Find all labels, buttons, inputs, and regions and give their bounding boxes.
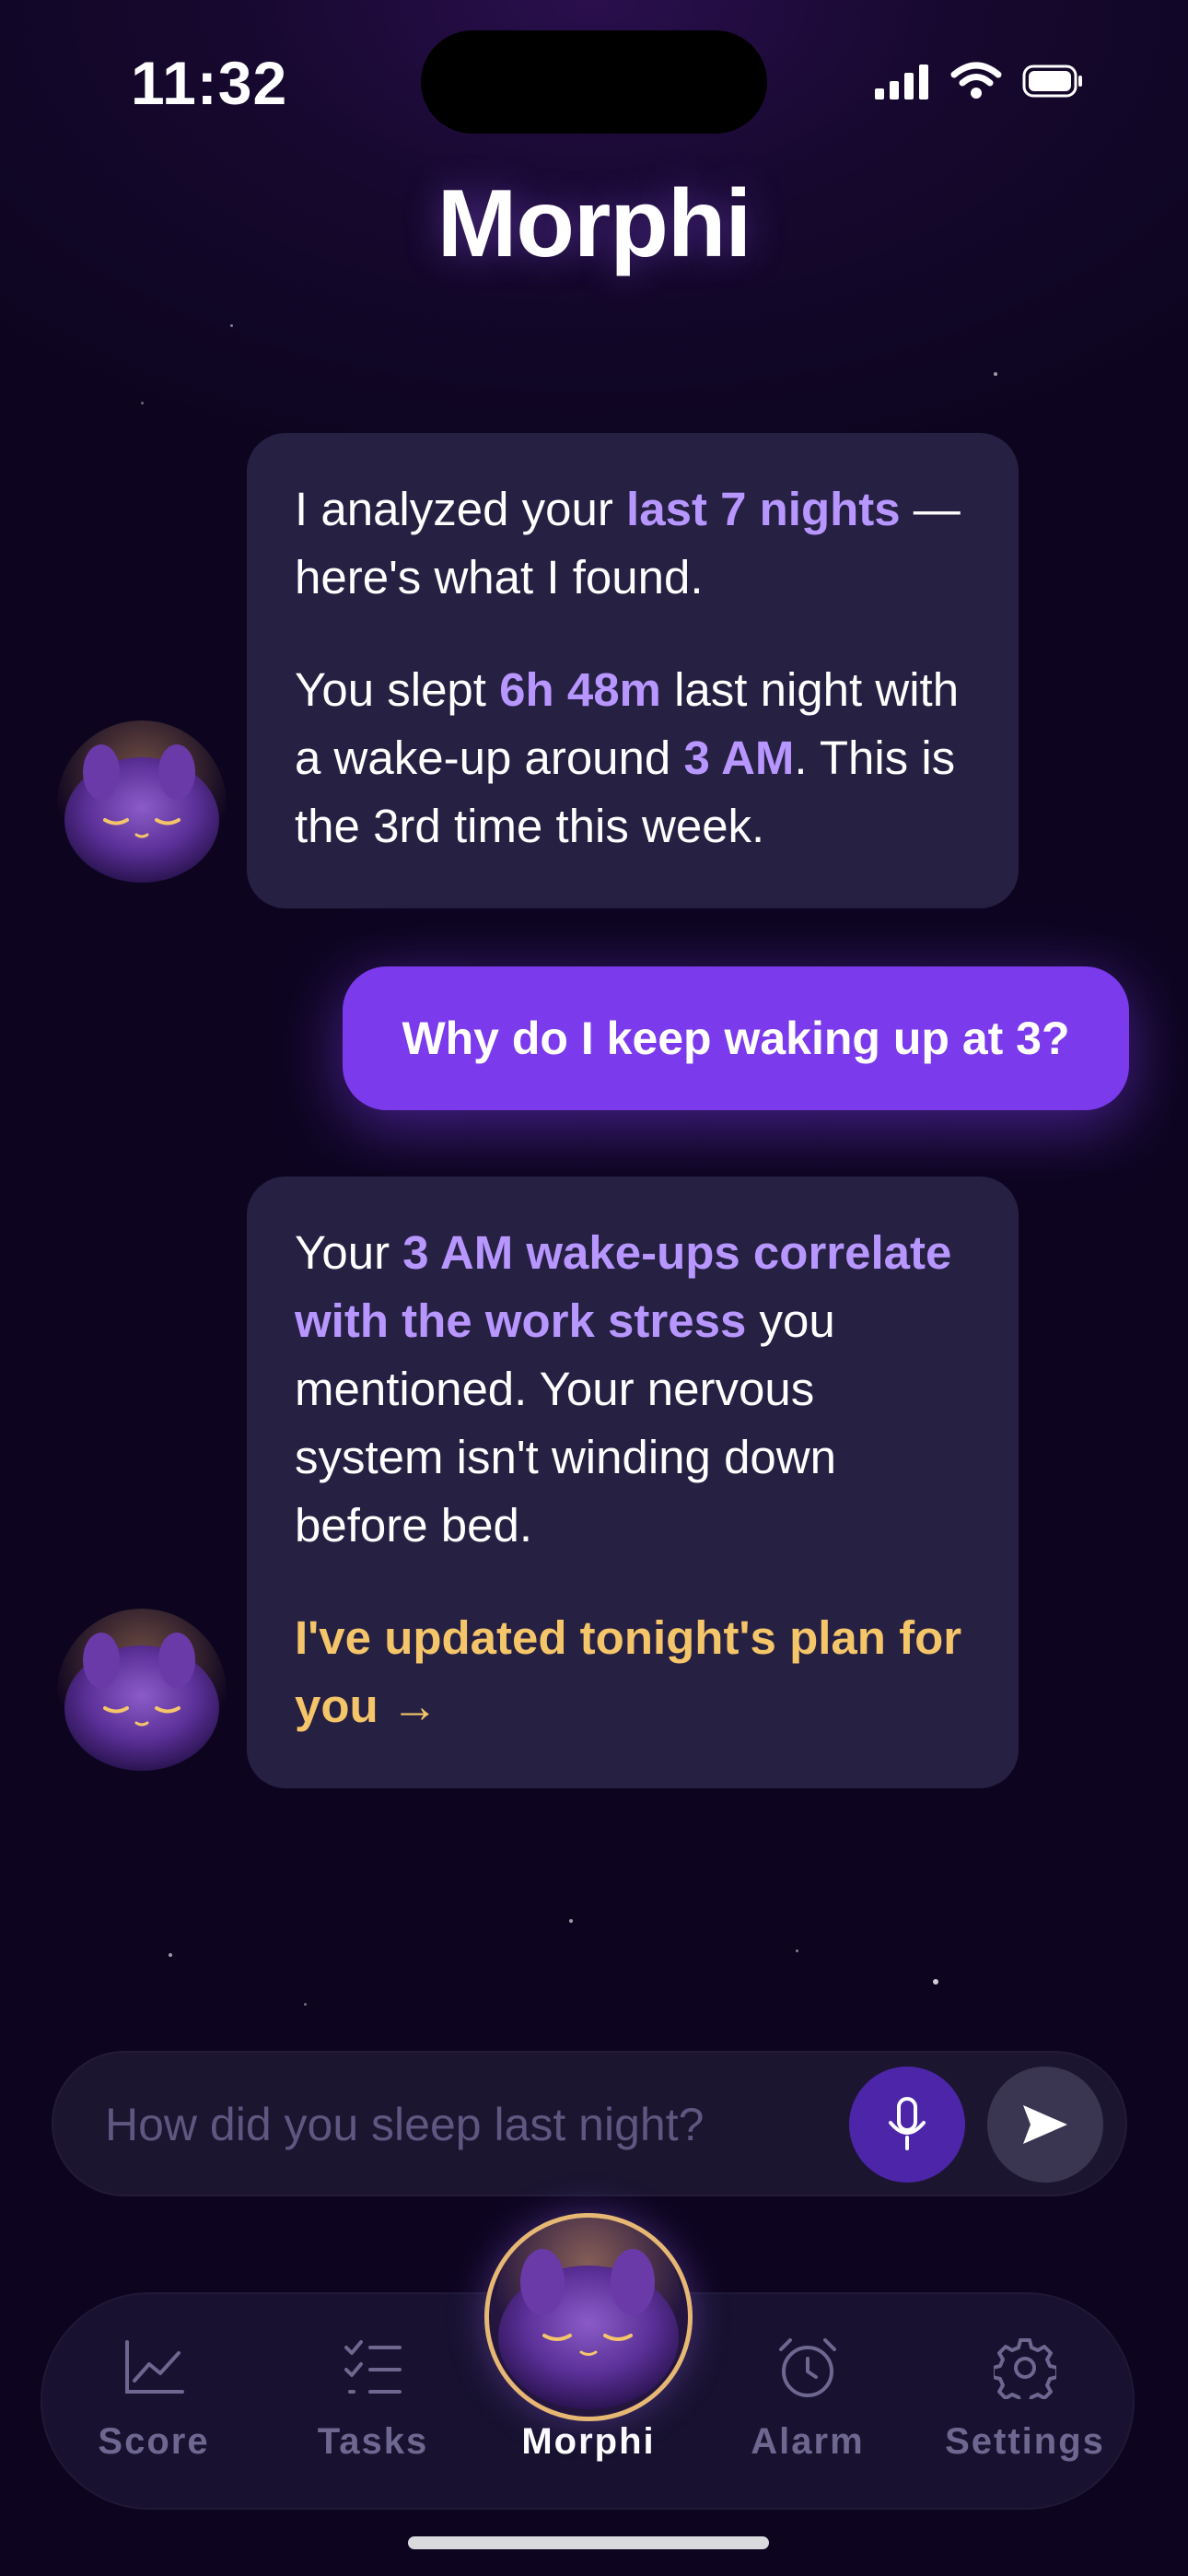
dynamic-island	[421, 30, 767, 134]
tab-label: Settings	[945, 2421, 1105, 2462]
user-message: Why do I keep waking up at 3?	[343, 966, 1129, 1110]
tab-score[interactable]: Score	[44, 2292, 263, 2510]
tab-tasks[interactable]: Tasks	[263, 2292, 483, 2510]
tab-label: Morphi	[521, 2421, 656, 2462]
message-paragraph: You slept 6h 48m last night with a wake-…	[295, 663, 960, 852]
chart-icon	[125, 2340, 184, 2394]
message-paragraph: I analyzed your last 7 nights — here's w…	[295, 483, 961, 603]
battery-icon	[1022, 64, 1082, 98]
send-icon	[1023, 2105, 1067, 2144]
bot-message: I analyzed your last 7 nights — here's w…	[247, 433, 1019, 908]
tab-label: Alarm	[751, 2421, 865, 2462]
star	[933, 1979, 938, 1985]
page-title: Morphi	[437, 170, 752, 277]
checklist-icon	[344, 2340, 402, 2394]
morphi-tab-avatar[interactable]	[484, 2213, 693, 2421]
signal-icon	[875, 64, 928, 100]
star	[141, 402, 144, 404]
star	[304, 2003, 307, 2006]
gear-icon	[994, 2338, 1056, 2399]
tab-label: Score	[98, 2421, 210, 2462]
message-input[interactable]	[103, 2082, 862, 2167]
star	[169, 1953, 172, 1957]
morphi-avatar	[57, 1609, 227, 1778]
send-button[interactable]	[987, 2067, 1103, 2183]
bot-message: Your 3 AM wake-ups correlate with the wo…	[247, 1177, 1019, 1788]
plan-link[interactable]: I've updated tonight's plan for you →	[295, 1604, 971, 1740]
status-time: 11:32	[131, 49, 288, 117]
alarm-icon	[779, 2338, 836, 2397]
mic-icon	[889, 2097, 926, 2150]
star	[796, 1950, 798, 1952]
home-indicator	[408, 2536, 769, 2549]
tab-label: Tasks	[317, 2421, 429, 2462]
morphi-avatar	[57, 720, 227, 890]
composer	[52, 2051, 1127, 2196]
mic-button[interactable]	[849, 2067, 965, 2183]
star	[994, 372, 997, 376]
message-paragraph: Your 3 AM wake-ups correlate with the wo…	[295, 1226, 952, 1551]
star	[569, 1919, 573, 1923]
tab-settings[interactable]: Settings	[915, 2292, 1135, 2510]
wifi-icon	[950, 62, 1002, 99]
status-icons	[875, 61, 1083, 101]
star	[230, 324, 233, 327]
tab-alarm[interactable]: Alarm	[698, 2292, 917, 2510]
